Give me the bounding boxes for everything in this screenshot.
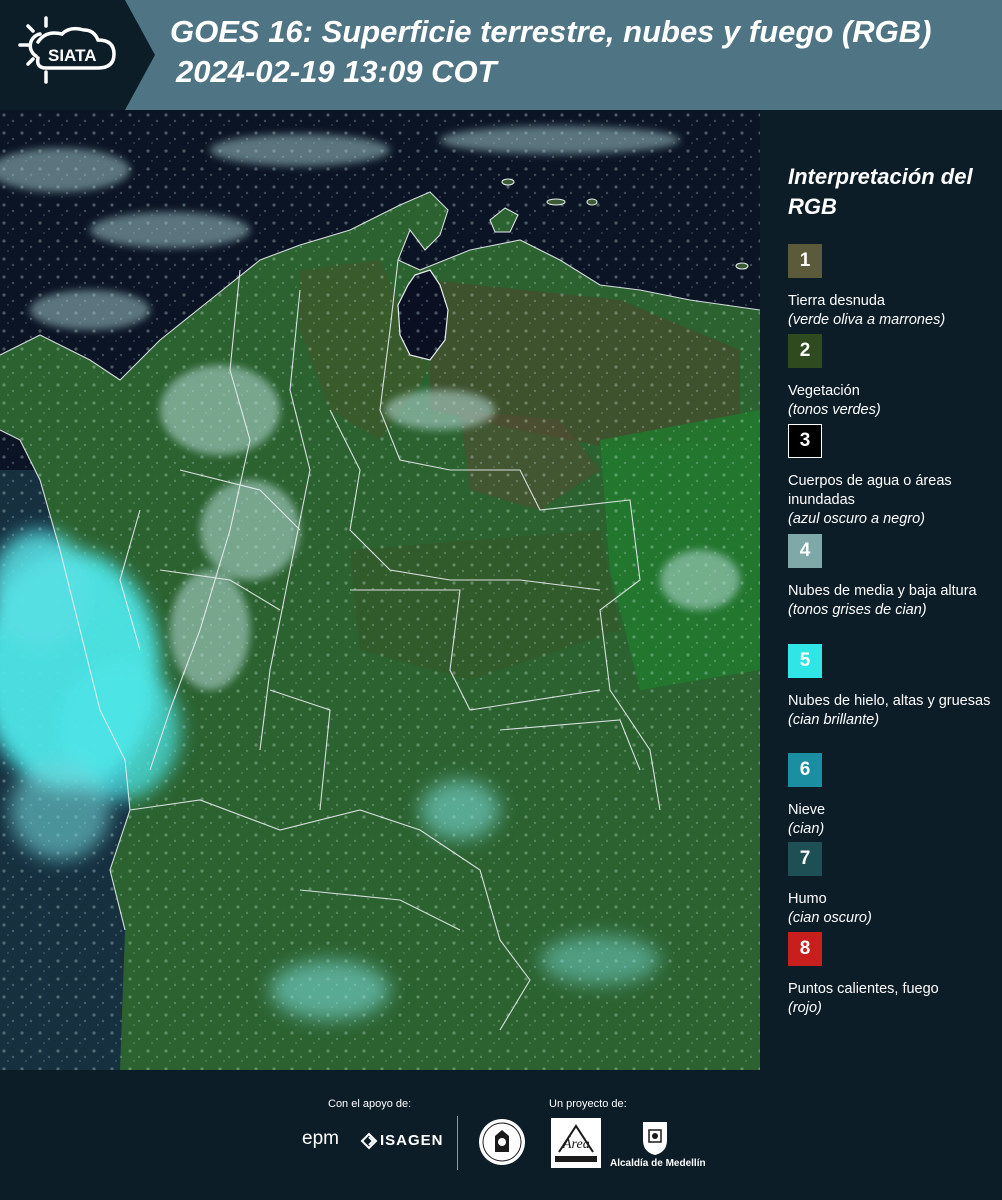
legend-item-label: Nubes de media y baja altura <box>788 583 977 599</box>
legend-item-label: Cuerpos de agua o áreas inundadas <box>788 473 952 508</box>
legend-item-desc: (verde oliva a marrones) <box>788 312 946 328</box>
legend-item-label: Nubes de hielo, altas y gruesas <box>788 693 991 709</box>
legend-item-desc: (cian) <box>788 821 825 837</box>
footer-divider <box>457 1116 458 1170</box>
legend-item-water: 3 Cuerpos de agua o áreas inundadas (azu… <box>788 424 998 529</box>
legend-item-desc: (rojo) <box>788 1000 822 1016</box>
legend-swatch: 2 <box>788 334 822 368</box>
page-timestamp: 2024-02-19 13:09 COT <box>176 54 497 89</box>
epm-logo: epm <box>302 1128 339 1149</box>
project-label: Un proyecto de: <box>549 1098 627 1110</box>
siata-logo: SIATA <box>0 0 155 110</box>
header-bar: SIATA GOES 16: Superficie terrestre, nub… <box>0 0 1002 110</box>
legend-swatch: 3 <box>788 424 822 458</box>
legend-swatch: 5 <box>788 644 822 678</box>
area-metropolitana-logo: Área <box>551 1118 601 1168</box>
isagen-text: ISAGEN <box>380 1132 444 1149</box>
legend-title: Interpretación del RGB <box>788 164 973 219</box>
support-label: Con el apoyo de: <box>328 1098 412 1110</box>
legend-item-label: Nieve <box>788 802 826 818</box>
legend-swatch: 7 <box>788 842 822 876</box>
alcaldia-text: Alcaldía de Medellín <box>610 1158 706 1169</box>
legend-item-desc: (cian oscuro) <box>788 910 872 926</box>
legend-item-bare-land: 1 Tierra desnuda (verde oliva a marrones… <box>788 244 998 330</box>
legend-item-vegetation: 2 Vegetación (tonos verdes) <box>788 334 998 420</box>
legend-swatch: 1 <box>788 244 822 278</box>
legend-item-desc: (tonos verdes) <box>788 402 881 418</box>
legend-item-low-clouds: 4 Nubes de media y baja altura (tonos gr… <box>788 534 998 620</box>
logo-text: SIATA <box>48 46 96 65</box>
area-metro-text: Área <box>562 1135 590 1152</box>
legend-swatch: 8 <box>788 932 822 966</box>
isagen-logo <box>360 1132 378 1150</box>
legend-item-ice-clouds: 5 Nubes de hielo, altas y gruesas (cian … <box>788 644 998 730</box>
satellite-map <box>0 110 760 1070</box>
legend-item-smoke: 7 Humo (cian oscuro) <box>788 842 998 928</box>
legend-item-desc: (azul oscuro a negro) <box>788 511 926 527</box>
legend-item-label: Vegetación <box>788 383 860 399</box>
legend-item-label: Humo <box>788 891 827 907</box>
footer: Con el apoyo de: Un proyecto de: epm ISA… <box>0 1070 1002 1200</box>
university-seal <box>479 1119 525 1165</box>
legend-swatch: 4 <box>788 534 822 568</box>
legend-swatch: 6 <box>788 753 822 787</box>
legend-item-snow: 6 Nieve (cian) <box>788 753 998 839</box>
legend-panel: Interpretación del RGB 1 Tierra desnuda … <box>760 110 1002 1070</box>
medellin-coat-of-arms <box>643 1122 667 1155</box>
legend-item-fire: 8 Puntos calientes, fuego (rojo) <box>788 932 998 1018</box>
legend-item-desc: (tonos grises de cian) <box>788 602 927 618</box>
page-title: GOES 16: Superficie terrestre, nubes y f… <box>170 14 932 49</box>
legend-item-label: Tierra desnuda <box>788 293 885 309</box>
legend-item-desc: (cian brillante) <box>788 712 880 728</box>
legend-item-label: Puntos calientes, fuego <box>788 981 939 997</box>
